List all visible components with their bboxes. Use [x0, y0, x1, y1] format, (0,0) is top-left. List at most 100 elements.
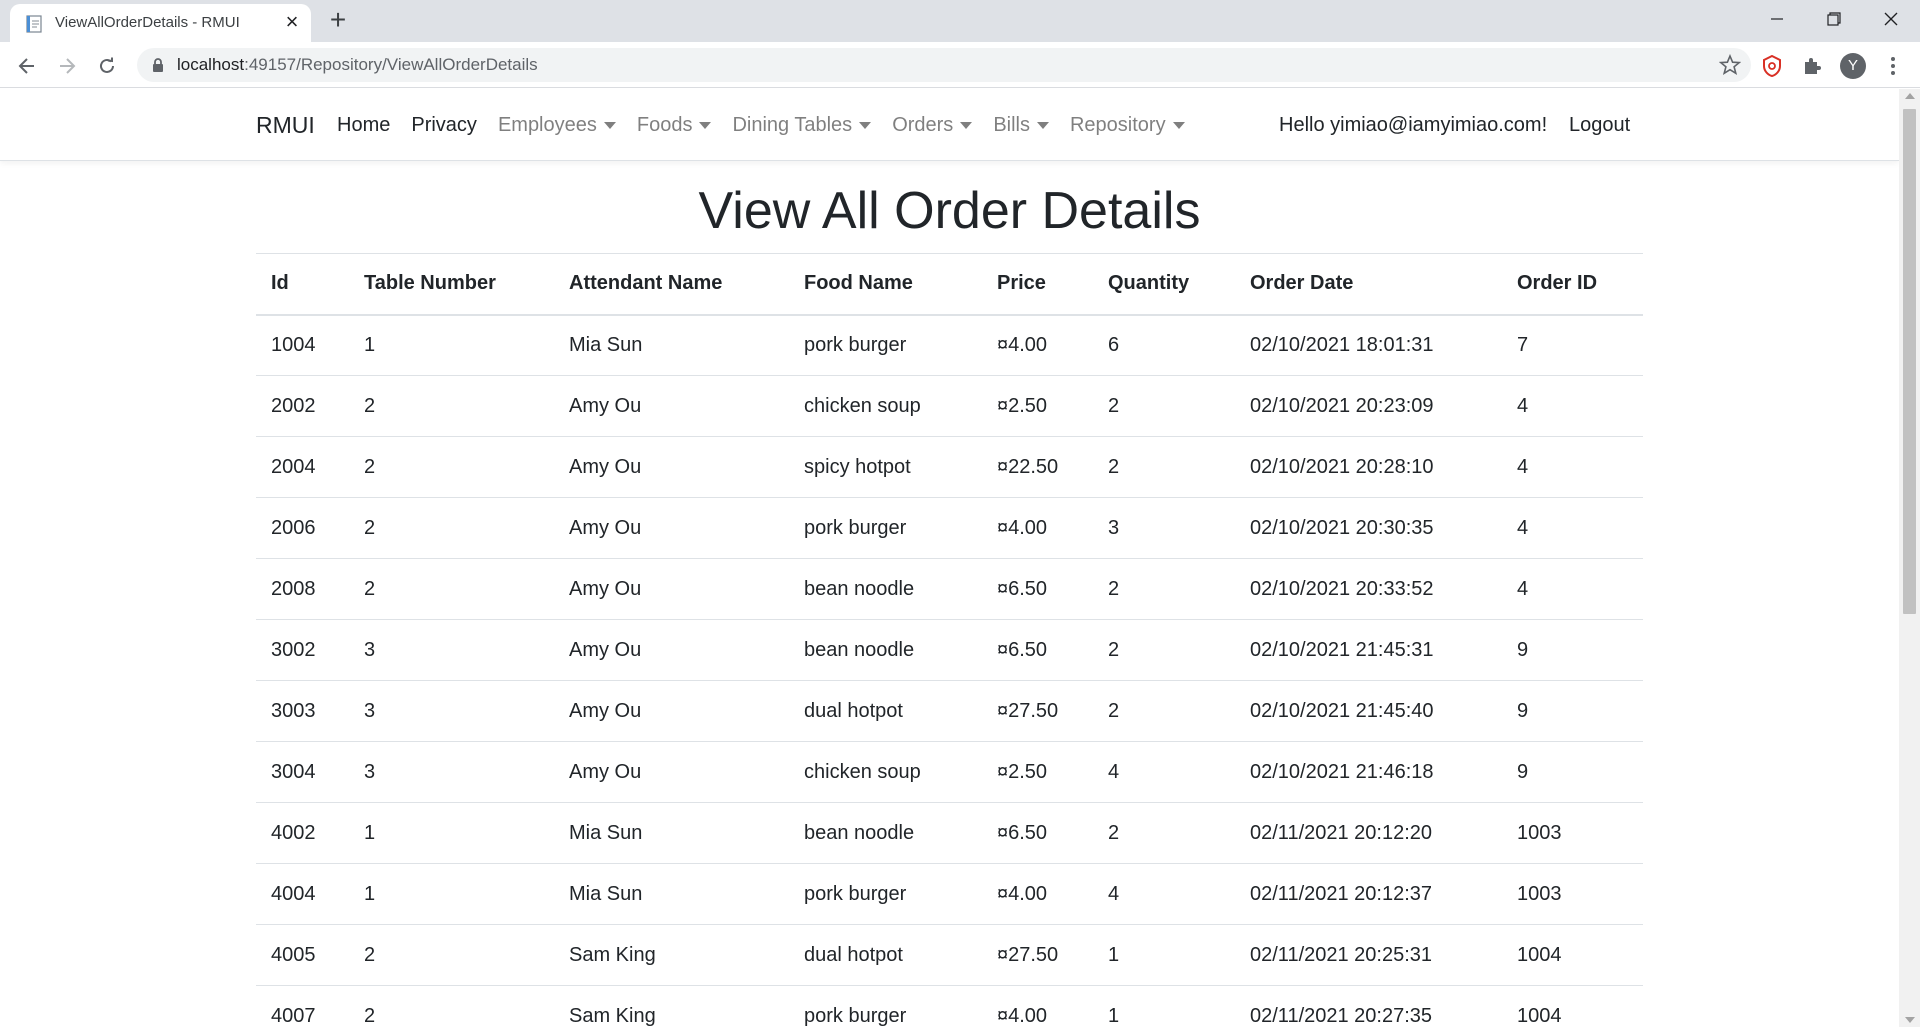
address-bar[interactable]: localhost:49157/Repository/ViewAllOrderD…	[137, 48, 1751, 82]
tab-title: ViewAllOrderDetails - RMUI	[55, 14, 240, 31]
cell-order-id: 4	[1502, 558, 1643, 620]
cell-food-name: chicken soup	[789, 375, 982, 437]
url-path: :49157/Repository/ViewAllOrderDetails	[244, 55, 538, 74]
nav-foods-label: Foods	[636, 114, 693, 136]
minimize-window-icon[interactable]	[1754, 4, 1800, 36]
cell-price: ¤22.50	[982, 436, 1093, 498]
nav-menu: Home Privacy Employees Foods Dining Tabl…	[337, 114, 1206, 137]
cell-order-id: 4	[1502, 436, 1643, 498]
cell-id: 4007	[256, 985, 349, 1027]
cell-price: ¤2.50	[982, 741, 1093, 803]
forward-arrow-icon[interactable]	[51, 50, 83, 82]
cell-quantity: 4	[1093, 741, 1235, 803]
nav-foods-dropdown[interactable]: Foods	[637, 114, 712, 137]
restore-window-icon[interactable]	[1811, 4, 1857, 36]
nav-bills-label: Bills	[993, 114, 1030, 136]
cell-quantity: 1	[1093, 924, 1235, 986]
app-navbar: RMUI Home Privacy Employees Foods Dining…	[0, 89, 1899, 161]
scroll-down-arrow-icon[interactable]	[1905, 1017, 1915, 1023]
cell-attendant-name: Amy Ou	[554, 375, 789, 437]
header-attendant-name: Attendant Name	[554, 253, 789, 316]
nav-privacy[interactable]: Privacy	[411, 114, 477, 137]
close-window-icon[interactable]	[1868, 4, 1914, 36]
cell-id: 3002	[256, 619, 349, 681]
cell-food-name: spicy hotpot	[789, 436, 982, 498]
cell-order-id: 1004	[1502, 924, 1643, 986]
cell-attendant-name: Amy Ou	[554, 619, 789, 681]
nav-home[interactable]: Home	[337, 114, 390, 137]
nav-employees-dropdown[interactable]: Employees	[498, 114, 616, 137]
header-order-date: Order Date	[1235, 253, 1502, 316]
browser-tab[interactable]: ViewAllOrderDetails - RMUI ×	[10, 4, 311, 42]
table-row: 3004 3 Amy Ou chicken soup ¤2.50 4 02/10/2021 …	[256, 741, 1643, 803]
user-greeting[interactable]: Hello yimiao@iamyimiao.com!	[1279, 114, 1547, 137]
scroll-thumb[interactable]	[1903, 109, 1916, 614]
lock-icon[interactable]	[150, 57, 166, 73]
scroll-up-arrow-icon[interactable]	[1905, 93, 1915, 99]
bookmark-star-icon[interactable]	[1719, 54, 1741, 76]
cell-order-id: 4	[1502, 375, 1643, 437]
nav-bills-dropdown[interactable]: Bills	[993, 114, 1049, 137]
cell-id: 2008	[256, 558, 349, 620]
cell-attendant-name: Amy Ou	[554, 558, 789, 620]
profile-avatar[interactable]: Y	[1840, 53, 1866, 79]
cell-price: ¤27.50	[982, 924, 1093, 986]
nav-repository-dropdown[interactable]: Repository	[1070, 114, 1185, 137]
caret-down-icon	[859, 122, 872, 129]
nav-orders-label: Orders	[892, 114, 954, 136]
page-scrollbar[interactable]	[1899, 89, 1920, 1027]
cell-quantity: 2	[1093, 558, 1235, 620]
cell-order-date: 02/11/2021 20:12:37	[1235, 863, 1502, 925]
logout-button[interactable]: Logout	[1569, 114, 1630, 137]
cell-id: 3003	[256, 680, 349, 742]
cell-attendant-name: Sam King	[554, 924, 789, 986]
url-text[interactable]: localhost:49157/Repository/ViewAllOrderD…	[177, 55, 538, 75]
cell-quantity: 4	[1093, 863, 1235, 925]
back-arrow-icon[interactable]	[11, 50, 43, 82]
cell-food-name: dual hotpot	[789, 924, 982, 986]
cell-id: 1004	[256, 314, 349, 376]
close-tab-icon[interactable]: ×	[282, 11, 302, 33]
cell-food-name: pork burger	[789, 863, 982, 925]
table-row: 2008 2 Amy Ou bean noodle ¤6.50 2 02/10/2021 2…	[256, 558, 1643, 620]
nav-orders-dropdown[interactable]: Orders	[892, 114, 973, 137]
cell-attendant-name: Sam King	[554, 985, 789, 1027]
cell-food-name: dual hotpot	[789, 680, 982, 742]
cell-food-name: bean noodle	[789, 802, 982, 864]
header-table-number: Table Number	[349, 253, 554, 316]
cell-order-id: 9	[1502, 619, 1643, 681]
extension-shield-icon[interactable]	[1759, 53, 1785, 79]
cell-quantity: 2	[1093, 619, 1235, 681]
cell-table-number: 2	[349, 375, 554, 437]
extensions-puzzle-icon[interactable]	[1799, 53, 1825, 79]
cell-quantity: 2	[1093, 802, 1235, 864]
cell-quantity: 2	[1093, 680, 1235, 742]
cell-order-id: 7	[1502, 314, 1643, 376]
cell-quantity: 3	[1093, 497, 1235, 559]
cell-table-number: 2	[349, 924, 554, 986]
cell-quantity: 1	[1093, 985, 1235, 1027]
header-quantity: Quantity	[1093, 253, 1235, 316]
table-row: 3002 3 Amy Ou bean noodle ¤6.50 2 02/10/2021 2…	[256, 619, 1643, 681]
cell-id: 2006	[256, 497, 349, 559]
table-row: 2002 2 Amy Ou chicken soup ¤2.50 2 02/10/2021 …	[256, 375, 1643, 437]
brand-link[interactable]: RMUI	[256, 112, 315, 139]
nav-dining-tables-dropdown[interactable]: Dining Tables	[732, 114, 872, 137]
cell-table-number: 1	[349, 863, 554, 925]
cell-order-id: 4	[1502, 497, 1643, 559]
browser-toolbar: localhost:49157/Repository/ViewAllOrderD…	[0, 42, 1920, 88]
new-tab-icon[interactable]: +	[325, 6, 351, 34]
cell-attendant-name: Amy Ou	[554, 436, 789, 498]
cell-food-name: bean noodle	[789, 558, 982, 620]
header-order-id: Order ID	[1502, 253, 1643, 316]
cell-price: ¤4.00	[982, 314, 1093, 376]
page-favicon-icon	[26, 15, 42, 33]
reload-icon[interactable]	[91, 50, 123, 82]
cell-table-number: 1	[349, 314, 554, 376]
browser-menu-icon[interactable]	[1880, 53, 1906, 79]
cell-price: ¤27.50	[982, 680, 1093, 742]
caret-down-icon	[603, 122, 616, 129]
table-header-row: Id Table Number Attendant Name Food Name…	[256, 253, 1643, 316]
cell-order-date: 02/10/2021 21:45:31	[1235, 619, 1502, 681]
nav-employees-label: Employees	[497, 114, 597, 136]
